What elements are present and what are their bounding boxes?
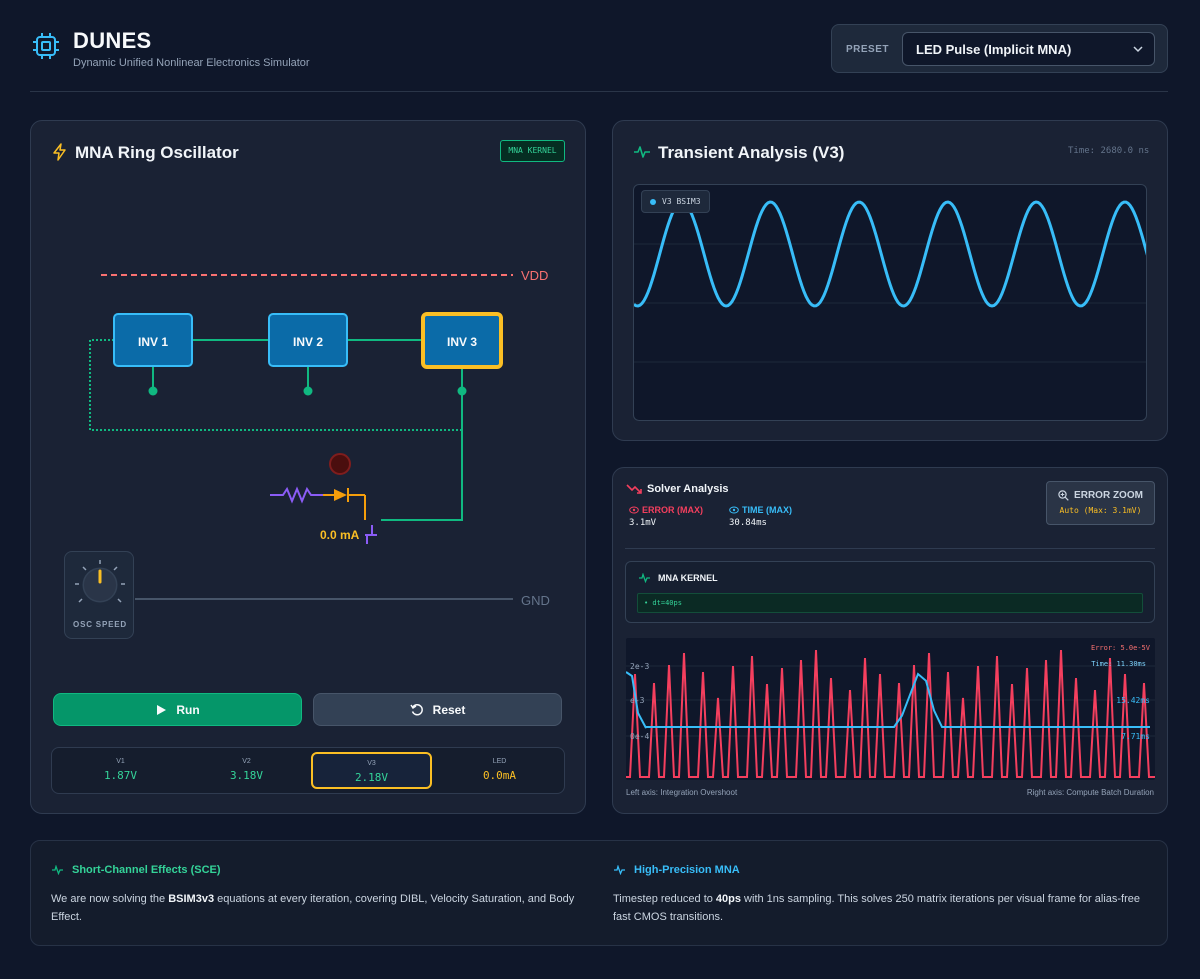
- transient-title: Transient Analysis (V3): [658, 143, 845, 162]
- preset-selected-value: LED Pulse (Implicit MNA): [916, 42, 1072, 57]
- activity-icon: [639, 573, 650, 583]
- knob-dial-icon: [75, 560, 125, 606]
- sce-title: Short-Channel Effects (SCE): [72, 864, 221, 876]
- chart-error-label: Error: 5.0e-5V: [1091, 644, 1151, 652]
- left-tick-2: e-3: [630, 696, 645, 705]
- eye-icon-time: [729, 506, 739, 514]
- left-tick-3: 0e-4: [630, 732, 649, 741]
- solver-panel: Solver Analysis ERROR (MAX) 3.1mV TIME (…: [612, 467, 1168, 814]
- solver-divider: [625, 548, 1155, 549]
- error-zoom-subtitle: Auto (Max: 3.1mV): [1059, 506, 1142, 515]
- error-max-label: ERROR (MAX): [642, 505, 703, 515]
- info-panel: Short-Channel Effects (SCE) We are now s…: [30, 840, 1168, 946]
- readout-v1-value: 1.87V: [103, 769, 138, 782]
- activity-icon: [634, 146, 650, 158]
- zoom-in-icon: [1058, 490, 1069, 501]
- trending-down-icon: [626, 484, 642, 494]
- mna-text-1: Timestep reduced to: [613, 893, 716, 905]
- right-axis-note: Right axis: Compute Batch Duration: [1026, 788, 1154, 797]
- activity-icon: [614, 865, 625, 875]
- reset-label: Reset: [432, 702, 466, 717]
- readout-v3-label: V3: [367, 760, 376, 767]
- sce-text-1: We are now solving the: [51, 893, 169, 905]
- inverter-1-label: INV 1: [138, 335, 168, 349]
- kernel-title: MNA KERNEL: [658, 573, 718, 583]
- inverter-2[interactable]: INV 2: [268, 313, 348, 367]
- inverter-3-label: INV 3: [447, 335, 477, 349]
- preset-select[interactable]: LED Pulse (Implicit MNA): [902, 32, 1155, 66]
- sce-heading: Short-Channel Effects (SCE): [51, 864, 221, 876]
- sce-text-bold: BSIM3v3: [168, 893, 215, 905]
- run-label: Run: [176, 702, 200, 717]
- sce-description: We are now solving the BSIM3v3 equations…: [51, 890, 581, 926]
- preset-control: PRESET LED Pulse (Implicit MNA): [831, 24, 1168, 73]
- activity-icon: [52, 865, 63, 875]
- knob-label: OSC SPEED: [73, 620, 127, 629]
- chart-time-label: Time: 11.30ms: [1091, 660, 1146, 668]
- node-readouts: V1 1.87V V2 3.18V V3 2.18V LED 0.0mA: [51, 747, 565, 794]
- solver-plot: 2e-3 e-3 0e-4 15.42ms 7.71ms Error: 5.0e…: [625, 644, 1155, 778]
- led-current-label: 0.0 mA: [320, 528, 360, 542]
- cpu-icon: [33, 33, 59, 59]
- resistor-symbol: [270, 486, 323, 504]
- eye-icon-error: [629, 506, 639, 514]
- preset-label: PRESET: [846, 44, 890, 55]
- timestep-chip: • dt=40ps: [637, 593, 1143, 613]
- solver-title: Solver Analysis: [647, 483, 729, 495]
- app-header: DUNES Dynamic Unified Nonlinear Electron…: [30, 22, 1168, 92]
- readout-v1-label: V1: [116, 758, 125, 765]
- gnd-label: GND: [521, 593, 550, 608]
- readout-led-value: 0.0mA: [482, 769, 517, 782]
- inverter-1[interactable]: INV 1: [113, 313, 193, 367]
- legend-dot: [650, 198, 656, 205]
- right-tick-1: 15.42ms: [1116, 696, 1150, 705]
- play-icon: [157, 704, 167, 715]
- app-title: DUNES: [73, 28, 152, 53]
- vdd-label: VDD: [521, 268, 548, 283]
- error-max-value: 3.1mV: [629, 518, 657, 528]
- readout-v3-value: 2.18V: [354, 771, 389, 784]
- transient-legend: V3 BSIM3: [641, 190, 710, 213]
- app-subtitle: Dynamic Unified Nonlinear Electronics Si…: [73, 57, 310, 69]
- inverter-3[interactable]: INV 3: [421, 312, 503, 369]
- mna-text-bold: 40ps: [715, 893, 741, 905]
- error-zoom-title: ERROR ZOOM: [1074, 490, 1143, 501]
- run-button[interactable]: Run: [53, 693, 302, 726]
- transient-panel: Transient Analysis (V3) Time: 2680.0 ns …: [612, 120, 1168, 441]
- diode-symbol: [334, 488, 366, 520]
- time-readout: Time: 2680.0 ns: [1068, 146, 1150, 156]
- transient-plot: [634, 200, 1146, 363]
- time-max-value: 30.84ms: [729, 518, 767, 528]
- circuit-panel: MNA Ring Oscillator MNA KERNEL VDD INV 1…: [30, 120, 586, 814]
- v3-series-line: [634, 200, 1146, 308]
- readout-v1: V1 1.87V: [60, 752, 181, 789]
- readout-led: LED 0.0mA: [439, 752, 560, 789]
- readout-v2-label: V2: [242, 758, 251, 765]
- mna-title: High-Precision MNA: [634, 864, 740, 876]
- legend-label: V3 BSIM3: [662, 197, 701, 206]
- rotate-ccw-icon: [410, 703, 423, 715]
- mna-description: Timestep reduced to 40ps with 1ns sampli…: [613, 890, 1143, 926]
- mna-kernel-box: MNA KERNEL • dt=40ps: [625, 561, 1155, 623]
- time-max-label: TIME (MAX): [742, 505, 792, 515]
- osc-speed-knob[interactable]: OSC SPEED: [64, 551, 134, 639]
- readout-v3: V3 2.18V: [311, 752, 432, 789]
- right-tick-2: 7.71ms: [1121, 732, 1150, 741]
- led-indicator: [329, 453, 351, 475]
- reset-button[interactable]: Reset: [313, 693, 562, 726]
- error-zoom-button[interactable]: ERROR ZOOM Auto (Max: 3.1mV): [1046, 481, 1155, 525]
- solver-chart: 2e-3 e-3 0e-4 15.42ms 7.71ms Error: 5.0e…: [625, 638, 1155, 780]
- readout-v2-value: 3.18V: [229, 769, 264, 782]
- readout-v2: V2 3.18V: [186, 752, 307, 789]
- transient-chart: V3 BSIM3: [633, 184, 1147, 421]
- left-axis-note: Left axis: Integration Overshoot: [626, 788, 738, 797]
- mna-heading: High-Precision MNA: [613, 864, 740, 876]
- chevron-down-icon: [1133, 46, 1143, 53]
- readout-led-label: LED: [492, 758, 507, 765]
- error-series-line: [626, 649, 1155, 778]
- left-tick-1: 2e-3: [630, 662, 649, 671]
- inverter-2-label: INV 2: [293, 335, 323, 349]
